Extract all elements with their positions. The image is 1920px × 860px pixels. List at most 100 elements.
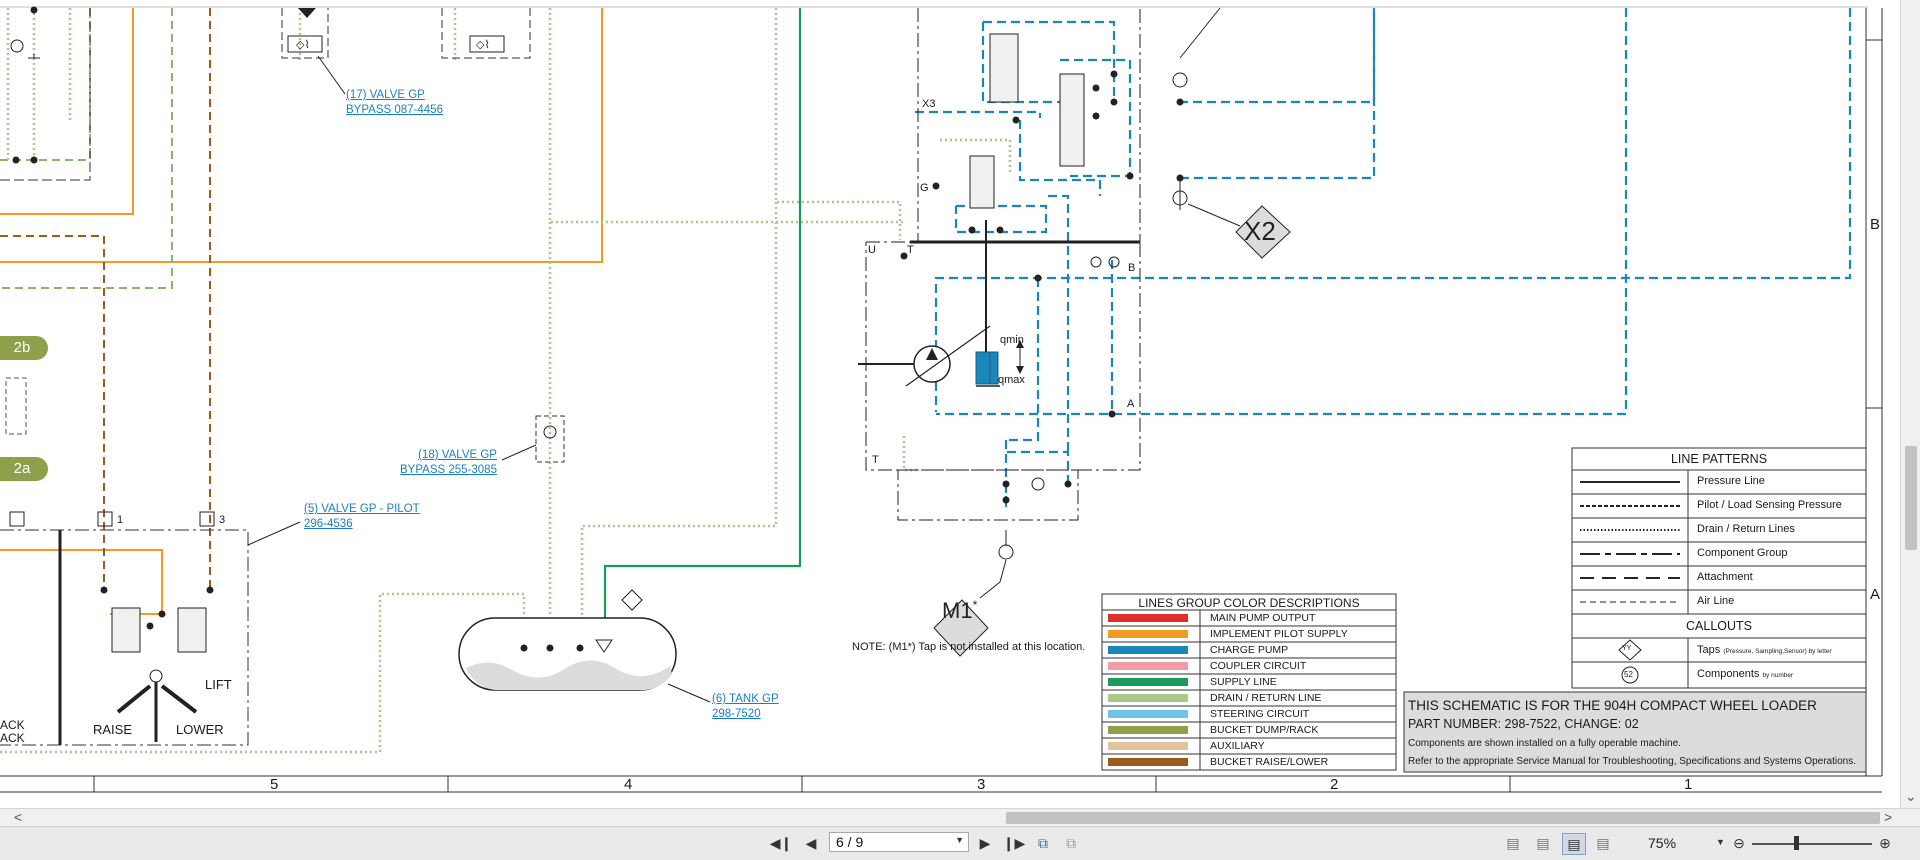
two-page-continuous-icon[interactable]: ▤ <box>1592 833 1614 853</box>
bucket-raise-lower-lines <box>0 8 211 590</box>
last-page-icon[interactable]: ❙▶ <box>1003 833 1026 853</box>
pump-group <box>858 8 1141 657</box>
color-legend-label: SUPPLY LINE <box>1210 676 1277 688</box>
color-swatch <box>1108 694 1188 702</box>
raise-label: RAISE <box>93 722 133 737</box>
qmin-label: qmin <box>1000 334 1024 346</box>
supply-line <box>603 8 802 640</box>
previous-view-icon[interactable]: ⧉ <box>1032 833 1054 853</box>
line-patterns-title: LINE PATTERNS <box>1670 452 1768 466</box>
port-b-label: B <box>1128 262 1136 274</box>
color-legend-label: STEERING CIRCUIT <box>1210 708 1310 720</box>
zoom-dropdown-icon[interactable]: ▼ <box>1716 837 1725 847</box>
color-swatch <box>1108 678 1188 686</box>
color-legend-label: BUCKET DUMP/RACK <box>1210 724 1319 736</box>
port-t-bottom-label: T <box>872 454 879 466</box>
m1-note: NOTE: (M1*) Tap is not installed at this… <box>852 641 1086 653</box>
zoom-in-icon[interactable]: ⊕ <box>1874 833 1896 853</box>
single-page-view-icon[interactable]: ▤ <box>1502 833 1524 853</box>
port-g-label: G <box>920 182 929 194</box>
port-t-top-label: T <box>907 244 914 256</box>
title-block-line4: Refer to the appropriate Service Manual … <box>1408 756 1857 767</box>
pilot-valve-group-5 <box>0 511 301 746</box>
line-pattern-label: Component Group <box>1697 547 1788 559</box>
color-swatch <box>1108 710 1188 718</box>
color-swatch <box>1108 726 1188 734</box>
tank-6-callout[interactable]: (6) TANK GP 298-7520 <box>712 692 779 722</box>
badge-2b: 2b <box>0 336 48 360</box>
zoom-level[interactable]: 75% <box>1648 835 1676 851</box>
horizontal-scroll-thumb[interactable] <box>1006 812 1880 824</box>
zoom-slider-track[interactable] <box>1752 843 1872 845</box>
two-page-view-icon[interactable]: ▤ <box>1562 833 1586 855</box>
title-block-line3: Components are shown installed on a full… <box>1408 738 1681 749</box>
vertical-scrollbar[interactable]: ⌄ <box>1900 0 1920 808</box>
zone-column-5: 5 <box>270 776 279 793</box>
color-legend-label: AUXILIARY <box>1210 740 1265 752</box>
lift-label: LIFT <box>205 677 232 692</box>
lower-label: LOWER <box>176 722 224 737</box>
zone-row-b: B <box>1870 216 1881 233</box>
valve-18-callout[interactable]: (18) VALVE GP BYPASS 255-3085 <box>400 448 497 478</box>
zoom-slider-handle[interactable] <box>1794 836 1799 850</box>
bucket-dump-lines <box>0 8 173 289</box>
tank-6 <box>458 589 711 703</box>
color-swatch <box>1108 662 1188 670</box>
components-symbol: 52 <box>1624 670 1633 679</box>
title-block-line2: PART NUMBER: 298-7522, CHANGE: 02 <box>1408 717 1639 731</box>
page-selector[interactable]: 6 / 9 ▼ <box>829 832 969 852</box>
color-legend-label: DRAIN / RETURN LINE <box>1210 692 1322 704</box>
zone-column-1: 1 <box>1684 776 1693 793</box>
page-selector-dropdown-icon[interactable]: ▼ <box>955 835 964 845</box>
callouts-title: CALLOUTS <box>1686 619 1752 633</box>
zone-row-a: A <box>1870 586 1881 603</box>
zone-column-2: 2 <box>1330 776 1339 793</box>
color-legend-label: BUCKET RAISE/LOWER <box>1210 756 1329 768</box>
next-view-icon[interactable]: ⧉ <box>1060 833 1082 853</box>
pilot-port-3-label: 3 <box>219 514 226 526</box>
first-page-icon[interactable]: ◀❙ <box>770 833 793 853</box>
zoom-out-icon[interactable]: ⊖ <box>1728 833 1750 853</box>
previous-page-icon[interactable]: ◀ <box>800 833 822 853</box>
svg-text:◇⌇: ◇⌇ <box>476 39 490 51</box>
horizontal-scrollbar[interactable]: < > <box>0 808 1920 827</box>
color-swatch <box>1108 742 1188 750</box>
color-swatch <box>1108 614 1188 622</box>
title-block-line1: THIS SCHEMATIC IS FOR THE 904H COMPACT W… <box>1408 698 1817 713</box>
zone-column-4: 4 <box>624 776 633 793</box>
color-legend-label: CHARGE PUMP <box>1210 644 1289 656</box>
valve-17-callout[interactable]: (17) VALVE GP BYPASS 087-4456 <box>346 88 443 118</box>
color-swatch <box>1108 646 1188 654</box>
valve-5-callout[interactable]: (5) VALVE GP - PILOT 296-4536 <box>304 502 420 532</box>
port-u-label: U <box>868 244 876 256</box>
svg-text:◇⌇: ◇⌇ <box>296 39 310 51</box>
line-pattern-label: Pressure Line <box>1697 475 1765 487</box>
tap-m1-label: M1* <box>942 598 978 623</box>
color-legend-label: COUPLER CIRCUIT <box>1210 660 1307 672</box>
line-pattern-label: Drain / Return Lines <box>1697 523 1795 535</box>
left-components <box>0 6 91 435</box>
rack-label-1: ACK <box>0 718 25 732</box>
vertical-scroll-thumb[interactable] <box>1905 446 1917 550</box>
scroll-down-icon[interactable]: ⌄ <box>1905 788 1917 805</box>
qmax-label: qmax <box>998 374 1025 386</box>
color-legend-label: IMPLEMENT PILOT SUPPLY <box>1210 628 1348 640</box>
next-page-icon[interactable]: ▶ <box>974 833 996 853</box>
schematic-canvas: ◇⌇ ◇⌇ (17) VALVE GP BYPASS 087-4456 (18)… <box>0 0 1900 808</box>
valve-18-bypass <box>501 415 565 463</box>
taps-legend-label: Taps (Pressure, Sampling,Sensor) by lett… <box>1697 644 1832 656</box>
scroll-right-icon[interactable]: > <box>1884 809 1892 825</box>
schematic-drawing: ◇⌇ ◇⌇ <box>0 6 1883 793</box>
continuous-view-icon[interactable]: ▤ <box>1532 833 1554 853</box>
line-pattern-label: Air Line <box>1697 595 1735 607</box>
scroll-left-icon[interactable]: < <box>14 809 22 825</box>
color-legend-label: MAIN PUMP OUTPUT <box>1210 612 1316 624</box>
color-swatch <box>1108 630 1188 638</box>
tap-x2-label: X2 <box>1244 216 1276 246</box>
port-a-label: A <box>1127 398 1135 410</box>
zone-column-3: 3 <box>977 776 986 793</box>
valve-17-bypass: ◇⌇ <box>281 8 346 95</box>
color-legend-title: LINES GROUP COLOR DESCRIPTIONS <box>1138 596 1360 610</box>
viewer-toolbar: ◀❙ ◀ 6 / 9 ▼ ▶ ❙▶ ⧉ ⧉ ▤ ▤ ▤ ▤ 75% ▼ ⊖ ⊕ <box>0 826 1920 860</box>
charge-pump-lines <box>915 8 1852 512</box>
